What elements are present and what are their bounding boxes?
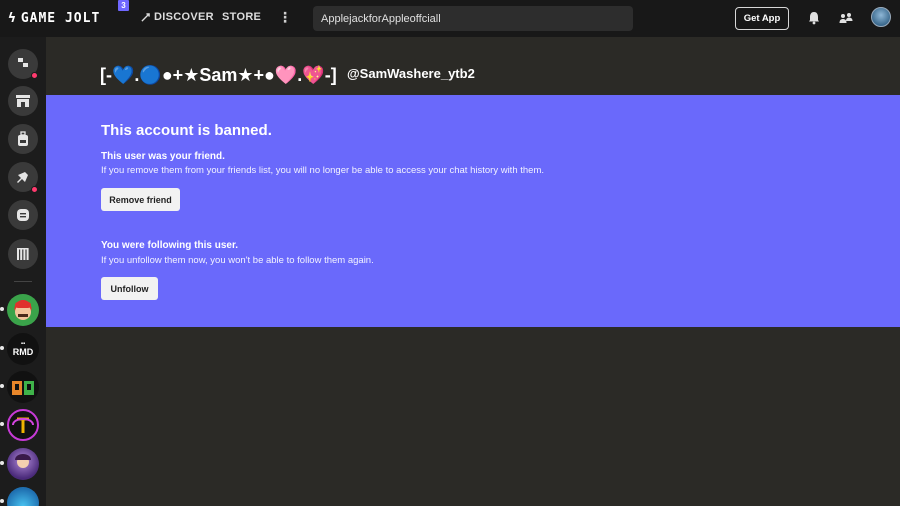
sidebar: ▪▪ RMD	[0, 37, 46, 506]
game-3-art	[12, 381, 34, 395]
online-dot	[0, 499, 4, 503]
get-app-button[interactable]: Get App	[735, 7, 789, 30]
banned-title: This account is banned.	[101, 122, 272, 139]
backpack-button[interactable]	[8, 124, 38, 154]
game-icon-5[interactable]	[7, 448, 39, 480]
remove-friend-button[interactable]: Remove friend	[101, 188, 180, 211]
online-dot	[0, 384, 4, 388]
game-icon-6[interactable]	[7, 487, 39, 506]
follow-description: If you unfollow them now, you won't be a…	[101, 255, 374, 266]
nav-store[interactable]: STORE	[222, 11, 261, 23]
friends-icon[interactable]	[838, 10, 854, 26]
chat-icon	[17, 209, 29, 221]
store-button[interactable]	[8, 86, 38, 116]
logo-text: GAME JOLT	[20, 10, 101, 26]
game-icon-4[interactable]	[7, 409, 39, 441]
mario-character-icon	[15, 302, 31, 320]
user-avatar[interactable]	[871, 7, 891, 27]
bell-icon[interactable]	[806, 10, 822, 26]
game-4-art	[12, 417, 34, 433]
library-button[interactable]	[8, 239, 38, 269]
notification-dot	[31, 186, 38, 193]
unfollow-button[interactable]: Unfollow	[101, 277, 158, 300]
game-icon-3[interactable]	[7, 371, 39, 403]
discover-icon	[141, 12, 150, 22]
top-bar: ϟ GAME JOLT 3 DISCOVER STORE ⋮ Applejack…	[0, 0, 900, 37]
store-icon	[16, 95, 30, 107]
online-dot	[0, 461, 4, 465]
creator-icon	[17, 172, 28, 183]
sidebar-divider	[14, 281, 32, 282]
friend-description: If you remove them from your friends lis…	[101, 165, 544, 176]
profile-handle: @SamWashere_ytb2	[347, 66, 475, 81]
friend-heading: This user was your friend.	[101, 151, 225, 162]
game-2-label: RMD	[12, 347, 34, 357]
more-menu-icon[interactable]: ⋮	[278, 9, 292, 26]
nav-discover[interactable]: DISCOVER	[141, 11, 214, 23]
game-icon-1[interactable]	[7, 294, 39, 326]
nav-store-label: STORE	[222, 11, 262, 23]
game-5-character-icon	[15, 454, 31, 468]
banned-account-panel: This account is banned. This user was yo…	[46, 95, 900, 327]
chat-button[interactable]	[8, 200, 38, 230]
activity-icon	[18, 58, 28, 67]
backpack-icon	[18, 131, 28, 146]
library-icon	[17, 248, 29, 260]
follow-heading: You were following this user.	[101, 240, 239, 251]
bolt-icon: ϟ	[8, 10, 17, 26]
online-dot	[0, 346, 4, 350]
game-jolt-logo[interactable]: ϟ GAME JOLT	[8, 9, 100, 27]
nav-discover-label: DISCOVER	[154, 11, 214, 23]
notification-dot	[31, 72, 38, 79]
search-input[interactable]: ApplejackforAppleoffciall	[313, 6, 633, 31]
online-dot	[0, 307, 4, 311]
profile-display-name: [-💙.🔵●+★Sam★+●🩷.💖-]	[100, 64, 337, 85]
game-icon-2[interactable]: ▪▪ RMD	[7, 333, 39, 365]
logo-badge: 3	[118, 0, 129, 11]
online-dot	[0, 422, 4, 426]
